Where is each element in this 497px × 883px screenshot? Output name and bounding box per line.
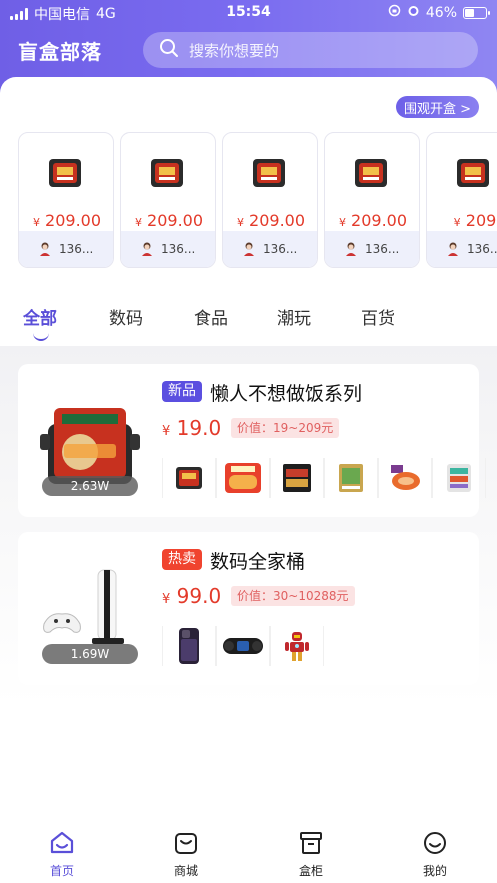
nav-profile[interactable]: 我的 — [395, 831, 475, 879]
box-price: ¥ 19.0 — [162, 416, 222, 440]
opened-box-feed: ¥ 209.00 136... ¥ 209.00 136... ¥ 209.00… — [18, 132, 497, 270]
shop-bag-icon — [146, 831, 226, 858]
box-title: 数码全家桶 — [210, 551, 306, 573]
tab-food[interactable]: 食品 — [194, 304, 228, 329]
feed-card[interactable]: ¥ 209.00 136... — [324, 132, 420, 268]
battery-icon — [463, 6, 490, 19]
avatar — [345, 242, 357, 256]
tab-active-indicator — [33, 333, 49, 341]
tab-digital[interactable]: 数码 — [109, 304, 143, 329]
lock-rotation-icon — [388, 4, 401, 21]
hot-tag: 热卖 — [162, 549, 202, 570]
open-count-badge: 1.69W — [42, 644, 138, 664]
speaker-icon — [216, 626, 270, 666]
avatar — [243, 242, 255, 256]
feed-card-user: 136... — [365, 242, 400, 256]
tab-all[interactable]: 全部 — [23, 304, 57, 329]
box-price: ¥ 99.0 — [162, 584, 222, 608]
new-tag: 新品 — [162, 381, 202, 402]
box-items-row — [162, 458, 486, 498]
avatar — [447, 242, 459, 256]
tab-general-goods[interactable]: 百货 — [361, 304, 395, 329]
nav-profile-label: 我的 — [422, 864, 447, 878]
snack-pack-icon — [432, 458, 486, 498]
feed-card[interactable]: ¥ 209 136... — [426, 132, 497, 268]
status-bar: 中国电信 4G 15:54 46% — [0, 0, 497, 26]
box-title: 懒人不想做饭系列 — [210, 383, 363, 405]
box-cabinet-icon — [271, 831, 351, 858]
feed-card-price: ¥ 209.00 — [134, 211, 204, 230]
feed-card-user: 136... — [263, 242, 298, 256]
value-range-badge: 价值：19~209元 — [231, 418, 340, 438]
hotpot-icon — [455, 155, 491, 191]
search-input[interactable]: 搜索你想要的 — [143, 32, 478, 68]
value-range-badge: 价值：30~10288元 — [231, 586, 355, 606]
home-icon — [22, 831, 102, 858]
avatar — [141, 242, 153, 256]
nav-shop-label: 商城 — [173, 864, 198, 878]
open-count-badge: 2.63W — [42, 476, 138, 496]
feed-card-user: 136... — [467, 242, 497, 256]
category-tabs: 全部 数码 食品 潮玩 百货 — [0, 300, 497, 346]
snack-bag-icon — [324, 458, 378, 498]
search-placeholder: 搜索你想要的 — [189, 41, 280, 60]
noodles-icon — [216, 458, 270, 498]
nav-home-label: 首页 — [49, 864, 74, 878]
hotpot-icon — [162, 458, 216, 498]
feed-card[interactable]: ¥ 209.00 136... — [18, 132, 114, 268]
box-items-row — [162, 626, 324, 666]
game-console-product-image — [40, 554, 140, 654]
nav-box-cabinet-label: 盒柜 — [298, 864, 323, 878]
nav-shop[interactable]: 商城 — [146, 831, 226, 879]
alarm-icon — [407, 4, 420, 21]
hotpot-icon — [47, 155, 83, 191]
watch-open-box-button[interactable]: 围观开盒 > — [395, 96, 479, 118]
battery-percent: 46% — [425, 4, 457, 21]
feed-card[interactable]: ¥ 209.00 136... — [222, 132, 318, 268]
feed-card-user: 136... — [161, 242, 196, 256]
avatar — [39, 242, 51, 256]
feed-card[interactable]: ¥ 209.00 136... — [120, 132, 216, 268]
instant-noodle-icon — [270, 458, 324, 498]
blind-box-card[interactable]: 2.63W 新品 懒人不想做饭系列 ¥ 19.0 价值：19~209元 — [18, 364, 486, 517]
hotpot-icon — [353, 155, 389, 191]
nav-box-cabinet[interactable]: 盒柜 — [271, 831, 351, 879]
bottom-navigation: 首页 商城 盒柜 我的 — [0, 823, 497, 883]
feed-card-price: ¥ 209.00 — [236, 211, 306, 230]
nav-home[interactable]: 首页 — [22, 831, 102, 879]
feed-card-price: ¥ 209 — [453, 211, 497, 230]
hotpot-icon — [149, 155, 185, 191]
feed-card-price: ¥ 209.00 — [32, 211, 102, 230]
smile-icon — [395, 831, 475, 858]
search-icon — [159, 38, 189, 62]
robot-figure-icon — [270, 626, 324, 666]
app-title: 盲盒部落 — [18, 40, 102, 64]
feed-card-price: ¥ 209.00 — [338, 211, 408, 230]
hotpot-icon — [251, 155, 287, 191]
feed-card-user: 136... — [59, 242, 94, 256]
spicy-strips-icon — [378, 458, 432, 498]
tab-trendy-toys[interactable]: 潮玩 — [277, 304, 311, 329]
phone-icon — [162, 626, 216, 666]
blind-box-card[interactable]: 1.69W 热卖 数码全家桶 ¥ 99.0 价值：30~10288元 — [18, 532, 479, 685]
